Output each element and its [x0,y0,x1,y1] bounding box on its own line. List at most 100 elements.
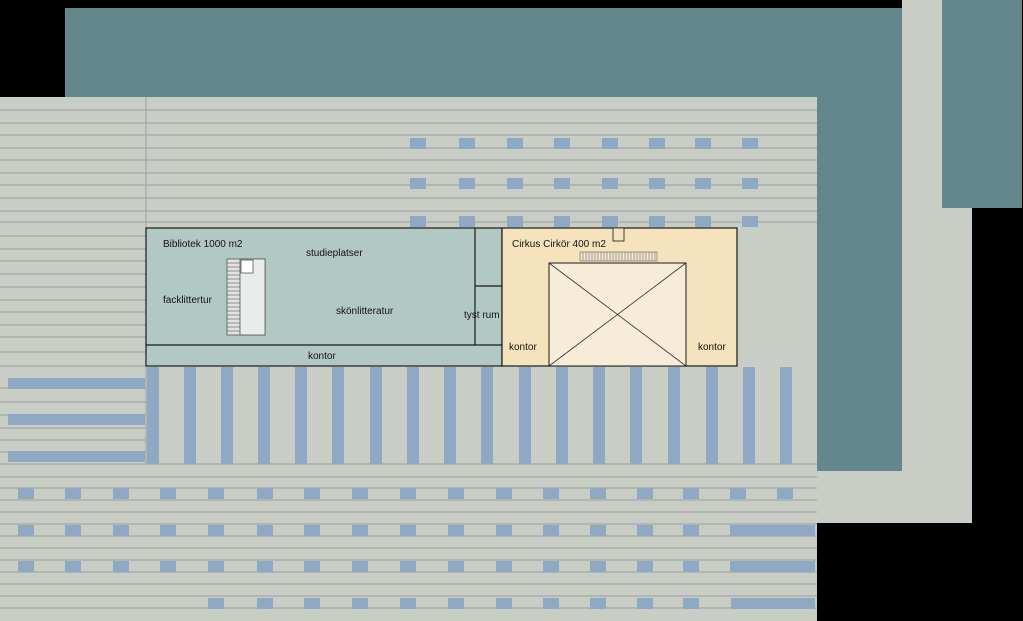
window-column [668,367,680,464]
window [742,216,758,227]
window [543,525,559,536]
window-column [444,367,456,464]
window [590,488,606,499]
window [459,178,475,189]
window [400,561,416,572]
window [304,598,320,609]
window [543,561,559,572]
library-title: Bibliotek 1000 m2 [163,239,243,250]
window [65,525,81,536]
window [400,525,416,536]
window-column [258,367,270,464]
window-column [780,367,792,464]
window-column [407,367,419,464]
window [637,561,653,572]
window [304,561,320,572]
window [683,598,699,609]
window [352,488,368,499]
roof-volume-right [942,0,1022,208]
circus-office-left-label: kontor [509,342,537,353]
window [695,138,711,149]
window [257,488,273,499]
window [602,138,618,149]
window [160,525,176,536]
window-column [147,367,159,464]
window [543,488,559,499]
window [637,488,653,499]
window [683,525,699,536]
window-band [731,525,815,536]
window-column [481,367,493,464]
fiction-label: skönlitteratur [336,306,394,317]
window-column [630,367,642,464]
window [410,138,426,149]
window [160,488,176,499]
window-column [332,367,344,464]
window [496,561,512,572]
window [65,488,81,499]
window-column [221,367,233,464]
window [352,561,368,572]
window [304,488,320,499]
window [448,598,464,609]
window [208,598,224,609]
window [352,525,368,536]
window-band [731,561,815,572]
window [410,216,426,227]
window [208,525,224,536]
window [695,216,711,227]
window [448,561,464,572]
window [459,216,475,227]
circus-area: Cirkus Cirkör 400 m2 kontor kontor [501,227,738,367]
window [730,488,746,499]
window [507,216,523,227]
window [554,216,570,227]
window [590,525,606,536]
library-area: Bibliotek 1000 m2 studieplatser facklitt… [145,227,503,367]
bleachers-icon [579,251,658,262]
window [742,138,758,149]
quiet-room-label: tyst rum [464,310,500,321]
window [160,561,176,572]
window-band [8,451,145,462]
library-office-label: kontor [308,351,336,362]
window [507,138,523,149]
window-column [743,367,755,464]
window-band [8,414,145,425]
window [18,488,34,499]
window-column [706,367,718,464]
window [448,488,464,499]
window-column [519,367,531,464]
window [637,525,653,536]
window-column [556,367,568,464]
window [602,216,618,227]
window [649,178,665,189]
circus-office-right-label: kontor [698,342,726,353]
window [257,525,273,536]
floor-plan: Bibliotek 1000 m2 studieplatser facklitt… [0,0,1023,621]
window [602,178,618,189]
window [304,525,320,536]
window [410,178,426,189]
window [257,598,273,609]
window [459,138,475,149]
window [649,216,665,227]
window [18,561,34,572]
window [113,561,129,572]
window-band [731,598,815,609]
window [352,598,368,609]
nonfiction-label: facklittertur [163,295,213,306]
window [65,561,81,572]
circus-title: Cirkus Cirkör 400 m2 [512,239,606,250]
window [777,488,793,499]
window [496,488,512,499]
window [590,598,606,609]
window-column [370,367,382,464]
window [18,525,34,536]
window [208,561,224,572]
window [496,525,512,536]
window [695,178,711,189]
stair-icon [226,258,266,336]
window [496,598,512,609]
window [543,598,559,609]
